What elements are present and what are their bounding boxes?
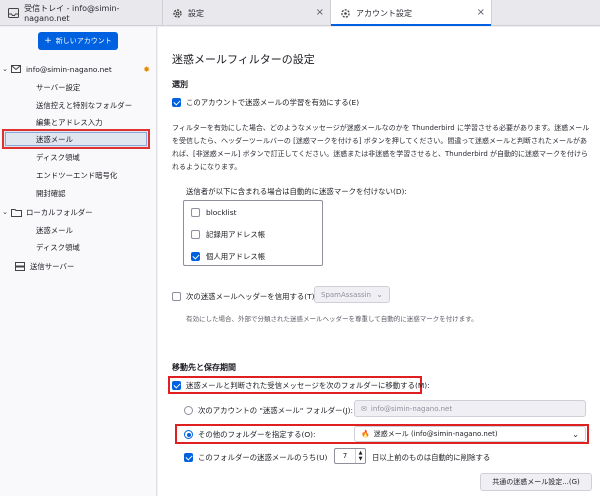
list-item[interactable]: blocklist xyxy=(191,208,236,217)
radio-other-folder[interactable]: その他のフォルダーを指定する(O): xyxy=(184,429,316,440)
radio-other-label: その他のフォルダーを指定する(O): xyxy=(198,430,316,439)
sidebar-account-label: info@simin-nagano.net xyxy=(26,64,112,74)
folder-icon xyxy=(10,207,22,217)
tab-account-settings[interactable]: アカウント設定 × xyxy=(330,0,492,26)
sidebar-item-receipts[interactable]: 開封確認 xyxy=(0,185,157,201)
stepper-arrows-icon[interactable]: ▲ ▼ xyxy=(355,449,365,463)
inbox-icon xyxy=(8,7,20,19)
sidebar-item-label: 送信控えと特別なフォルダー xyxy=(36,100,133,110)
whitelist-label: 送信者が以下に含まれる場合は自動的に迷惑マークを付けない(D): xyxy=(186,187,407,196)
section-heading-move: 移動先と保存期間 xyxy=(172,363,236,372)
sidebar-item-label: ディスク領域 xyxy=(36,242,80,252)
move-junk-checkbox[interactable]: 迷惑メールと判断された受信メッセージを次のフォルダーに移動する(M): xyxy=(172,380,430,391)
junk-description: フィルターを有効にした場合、どのようなメッセージが迷惑メールなのかを Thund… xyxy=(172,124,590,171)
junk-folder-icon: 🔥 xyxy=(361,430,370,438)
global-junk-settings-button[interactable]: 共通の迷惑メール設定...(G) xyxy=(480,473,592,491)
gear-icon xyxy=(171,7,183,19)
sidebar-item-label: 開封確認 xyxy=(36,188,66,198)
sidebar-item-copies-folders[interactable]: 送信控えと特別なフォルダー xyxy=(0,97,157,113)
checkbox-checked[interactable] xyxy=(172,381,181,390)
close-icon[interactable]: × xyxy=(477,7,485,19)
checkbox-checked[interactable] xyxy=(172,98,181,107)
sidebar-item-local-junk[interactable]: 迷惑メール xyxy=(0,222,157,238)
sidebar-outgoing-server[interactable]: 送信サーバー xyxy=(0,258,157,274)
sidebar-item-junk[interactable]: 迷惑メール xyxy=(2,129,150,149)
account-settings-icon xyxy=(339,7,351,19)
auto-delete-suffix: 日以上前のものは自動的に削除する xyxy=(372,453,491,462)
page-title: 迷惑メールフィルターの設定 xyxy=(172,53,315,66)
radio-account-label: 次のアカウントの "迷惑メール" フォルダー(J): xyxy=(198,406,353,415)
account-sidebar: + 新しいアカウント ⌄ info@simin-nagano.net ✸ サーバ… xyxy=(0,27,157,496)
other-folder-value: 迷惑メール (info@simin-nagano.net) xyxy=(373,430,498,438)
address-book-label: blocklist xyxy=(206,208,237,217)
sidebar-outgoing-server-label: 送信サーバー xyxy=(30,261,75,271)
enable-learning-checkbox[interactable]: このアカウントで迷惑メールの学習を有効にする(E) xyxy=(172,97,359,108)
trust-headers-note: 有効にした場合、外部で分類された迷惑メールヘッダーを尊重して自動的に迷惑マークを… xyxy=(186,315,478,323)
sidebar-item-local-disk[interactable]: ディスク領域 xyxy=(0,239,157,255)
sidebar-local-folders-label: ローカルフォルダー xyxy=(26,207,93,217)
server-icon xyxy=(14,261,26,271)
close-icon[interactable]: × xyxy=(316,7,324,19)
checkbox-checked[interactable] xyxy=(191,252,200,261)
radio-account-junk[interactable]: 次のアカウントの "迷惑メール" フォルダー(J): xyxy=(184,405,353,416)
new-account-label: 新しいアカウント xyxy=(55,37,112,45)
trust-headers-value: SpamAssassin xyxy=(321,290,372,299)
default-account-star-icon: ✸ xyxy=(143,64,150,74)
sidebar-item-label: 編集とアドレス入力 xyxy=(36,117,103,127)
junk-settings-panel: 迷惑メールフィルターの設定 選別 このアカウントで迷惑メールの学習を有効にする(… xyxy=(158,27,600,496)
list-item[interactable]: 個人用アドレス帳 xyxy=(191,251,265,262)
move-junk-label: 迷惑メールと判断された受信メッセージを次のフォルダーに移動する(M): xyxy=(186,381,430,390)
tab-account-settings-label: アカウント設定 xyxy=(356,8,412,18)
sidebar-item-composition[interactable]: 編集とアドレス入力 xyxy=(0,114,157,130)
trust-headers-select[interactable]: SpamAssassin ⌄ xyxy=(314,286,390,303)
enable-learning-label: このアカウントで迷惑メールの学習を有効にする(E) xyxy=(186,98,360,107)
sidebar-item-label: 迷惑メール xyxy=(36,225,73,235)
chevron-down-icon: ⌄ xyxy=(2,208,8,216)
address-book-label: 記録用アドレス帳 xyxy=(206,230,266,239)
trust-headers-checkbox[interactable]: 次の迷惑メールヘッダーを信用する(T): xyxy=(172,291,317,302)
address-book-label: 個人用アドレス帳 xyxy=(206,252,266,261)
list-item[interactable]: 記録用アドレス帳 xyxy=(191,229,265,240)
checkbox[interactable] xyxy=(191,208,200,217)
checkbox-checked[interactable] xyxy=(184,453,193,462)
mail-icon: ✉ xyxy=(361,404,367,413)
new-account-button[interactable]: + 新しいアカウント xyxy=(38,32,118,50)
tab-inbox-label: 受信トレイ - info@simin-nagano.net xyxy=(24,4,120,23)
sidebar-item-label: サーバー設定 xyxy=(36,82,81,92)
trust-headers-label: 次の迷惑メールヘッダーを信用する(T): xyxy=(186,292,318,301)
checkbox[interactable] xyxy=(172,292,181,301)
chevron-down-icon: ⌄ xyxy=(572,429,579,439)
section-heading-select: 選別 xyxy=(172,80,188,89)
tab-settings[interactable]: 設定 × xyxy=(162,0,330,26)
delete-days-stepper[interactable]: 7 ▲ ▼ xyxy=(334,448,366,464)
sidebar-item-label: エンドツーエンド暗号化 xyxy=(36,170,118,180)
tab-settings-label: 設定 xyxy=(188,8,204,18)
sidebar-item-e2e[interactable]: エンドツーエンド暗号化 xyxy=(0,167,157,183)
chevron-down-icon: ⌄ xyxy=(376,290,383,299)
auto-delete-label: このフォルダーの迷惑メールのうち(U) xyxy=(198,453,328,462)
sidebar-local-folders[interactable]: ⌄ ローカルフォルダー xyxy=(0,204,157,220)
auto-delete-checkbox[interactable]: このフォルダーの迷惑メールのうち(U) xyxy=(184,452,327,463)
sidebar-item-server-settings[interactable]: サーバー設定 xyxy=(0,79,157,95)
chevron-down-icon: ⌄ xyxy=(2,65,8,73)
account-junk-value: info@simin-nagano.net xyxy=(370,404,453,413)
tab-inbox[interactable]: 受信トレイ - info@simin-nagano.net xyxy=(0,0,162,26)
other-folder-select[interactable]: 🔥 迷惑メール (info@simin-nagano.net) ⌄ xyxy=(354,426,586,442)
global-junk-settings-label: 共通の迷惑メール設定...(G) xyxy=(492,478,580,486)
sidebar-account[interactable]: ⌄ info@simin-nagano.net ✸ xyxy=(0,61,157,77)
account-junk-select[interactable]: ✉ info@simin-nagano.net xyxy=(354,400,586,417)
sidebar-item-label: 迷惑メール xyxy=(36,134,73,144)
radio-button[interactable] xyxy=(184,406,193,415)
sidebar-item-label: ディスク領域 xyxy=(36,152,80,162)
radio-button-selected[interactable] xyxy=(184,430,193,439)
tab-strip: 受信トレイ - info@simin-nagano.net 設定 × アカウント… xyxy=(0,0,600,26)
mail-icon xyxy=(10,64,22,74)
address-book-list[interactable]: blocklist 記録用アドレス帳 個人用アドレス帳 xyxy=(183,200,323,266)
plus-icon: + xyxy=(44,36,52,46)
checkbox[interactable] xyxy=(191,230,200,239)
sidebar-item-disk-space[interactable]: ディスク領域 xyxy=(0,149,157,165)
delete-days-value: 7 xyxy=(342,452,348,460)
